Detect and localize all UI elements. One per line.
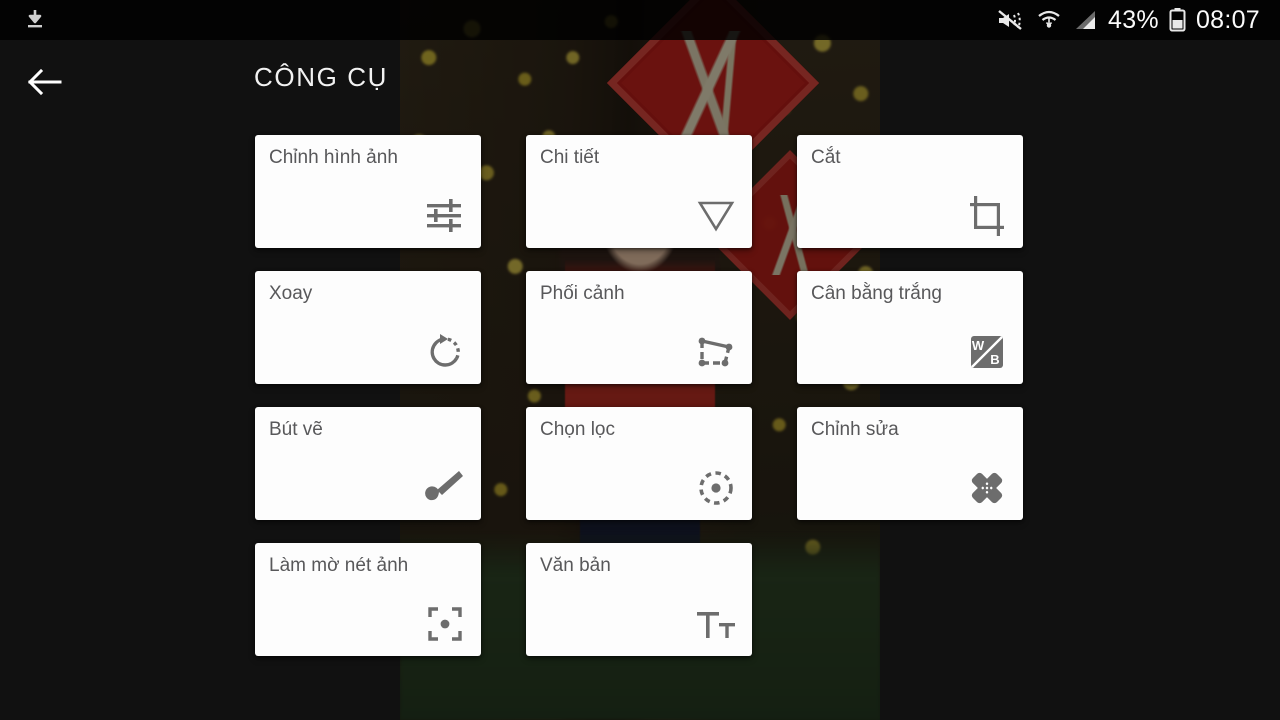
download-icon xyxy=(24,8,46,32)
battery-percent-label: 43% xyxy=(1108,5,1159,34)
tool-but-ve[interactable]: Bút vẽ xyxy=(255,407,481,520)
wifi-icon xyxy=(1036,7,1062,33)
crop-icon xyxy=(965,194,1009,238)
tool-phoi-canh[interactable]: Phối cảnh xyxy=(526,271,752,384)
white-balance-wb-icon: W B xyxy=(965,330,1009,374)
tool-cat[interactable]: Cắt xyxy=(797,135,1023,248)
perspective-icon xyxy=(694,330,738,374)
tool-label: Làm mờ nét ảnh xyxy=(269,555,409,576)
tool-label: Cân bằng trắng xyxy=(811,283,942,304)
tool-label: Chỉnh hình ảnh xyxy=(269,147,398,168)
tool-chi-tiet[interactable]: Chi tiết xyxy=(526,135,752,248)
app-screen: 43% 08:07 CÔNG CỤ Chỉnh hình ảnh Chi tiế… xyxy=(0,0,1280,720)
tune-sliders-icon xyxy=(423,194,467,238)
tool-label: Chi tiết xyxy=(540,147,600,168)
vignette-brackets-icon xyxy=(423,602,467,646)
clock-label: 08:07 xyxy=(1195,5,1260,34)
svg-text:W: W xyxy=(972,338,985,353)
tool-xoay[interactable]: Xoay xyxy=(255,271,481,384)
status-bar-left xyxy=(0,8,46,32)
rotate-icon xyxy=(423,330,467,374)
svg-text:B: B xyxy=(990,352,999,367)
tool-label: Bút vẽ xyxy=(269,419,323,440)
back-arrow-icon xyxy=(25,67,63,102)
tool-label: Chọn lọc xyxy=(540,419,615,440)
tool-chinh-hinh-anh[interactable]: Chỉnh hình ảnh xyxy=(255,135,481,248)
tools-grid-empty-cell xyxy=(797,543,1023,656)
tool-can-bang-trang[interactable]: Cân bằng trắng W B xyxy=(797,271,1023,384)
tool-label: Cắt xyxy=(811,147,841,168)
status-bar-right: 43% 08:07 xyxy=(996,6,1280,35)
tools-grid: Chỉnh hình ảnh Chi tiết Cắt Xoay Phối cả… xyxy=(255,135,1024,656)
tool-label: Chỉnh sửa xyxy=(811,419,899,440)
healing-bandage-icon xyxy=(965,466,1009,510)
cell-signal-icon xyxy=(1072,8,1098,32)
details-triangle-icon xyxy=(694,194,738,238)
tool-chon-loc[interactable]: Chọn lọc xyxy=(526,407,752,520)
vibrate-mute-icon xyxy=(996,7,1026,33)
tool-lam-mo-net-anh[interactable]: Làm mờ nét ảnh xyxy=(255,543,481,656)
tool-label: Xoay xyxy=(269,283,313,304)
tool-label: Văn bản xyxy=(540,555,611,576)
brush-icon xyxy=(423,466,467,510)
text-tt-icon xyxy=(694,602,738,646)
tool-van-ban[interactable]: Văn bản xyxy=(526,543,752,656)
page-title: CÔNG CỤ xyxy=(254,62,388,92)
back-button[interactable] xyxy=(22,62,66,106)
status-bar: 43% 08:07 xyxy=(0,0,1280,40)
battery-icon xyxy=(1169,7,1186,33)
tool-chinh-sua[interactable]: Chỉnh sửa xyxy=(797,407,1023,520)
selective-dashed-circle-icon xyxy=(694,466,738,510)
tool-label: Phối cảnh xyxy=(540,283,625,304)
